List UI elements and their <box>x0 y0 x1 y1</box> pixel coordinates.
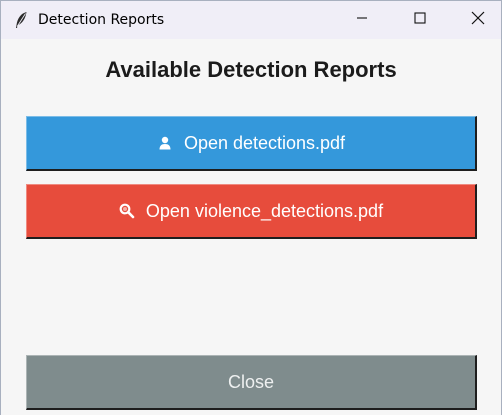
open-detections-label: Open detections.pdf <box>183 132 346 153</box>
close-window-button[interactable] <box>455 1 501 39</box>
magnifier-icon <box>119 203 135 219</box>
open-detections-button[interactable]: Open detections.pdf <box>26 116 477 171</box>
window-title: Detection Reports <box>38 12 165 28</box>
person-icon <box>157 135 173 151</box>
window-controls <box>327 1 501 39</box>
maximize-icon <box>414 11 426 29</box>
open-violence-detections-button[interactable]: Open violence_detections.pdf <box>26 184 477 239</box>
title-bar[interactable]: Detection Reports <box>1 1 501 39</box>
maximize-button[interactable] <box>397 1 443 39</box>
minimize-button[interactable] <box>339 1 385 39</box>
minimize-icon <box>356 11 368 29</box>
main-content: Available Detection Reports Open detecti… <box>1 39 501 415</box>
open-violence-detections-label: Open violence_detections.pdf <box>145 200 384 221</box>
close-button-label: Close <box>227 371 275 392</box>
close-button[interactable]: Close <box>26 355 477 410</box>
close-icon <box>471 11 485 30</box>
feather-icon <box>14 11 28 29</box>
page-title: Available Detection Reports <box>105 57 397 82</box>
app-window: Detection Reports Available Detection Re… <box>0 0 502 415</box>
